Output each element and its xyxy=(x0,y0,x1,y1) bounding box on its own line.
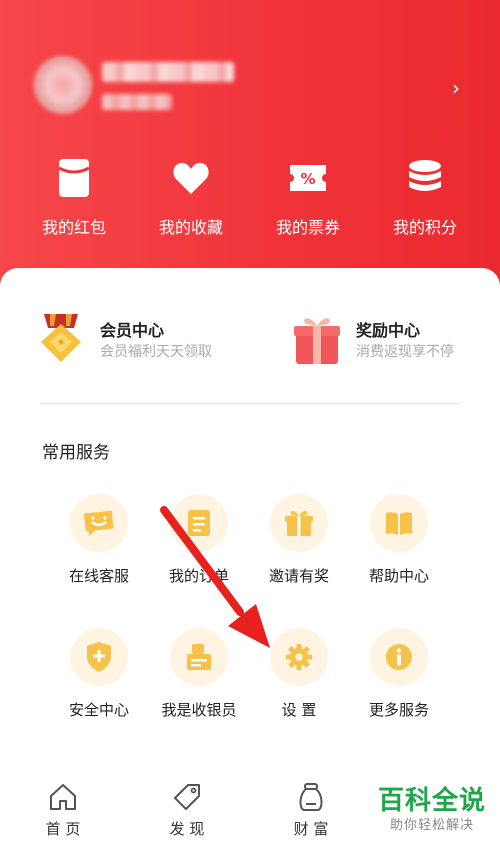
heart-icon xyxy=(169,156,213,200)
info-icon xyxy=(370,628,428,686)
gift-box-icon xyxy=(292,312,342,366)
service-security-center[interactable]: 安全中心 xyxy=(44,628,154,728)
book-icon xyxy=(370,494,428,552)
tag-icon xyxy=(172,782,202,812)
blurred-username xyxy=(102,62,234,82)
service-label: 设 置 xyxy=(281,701,317,719)
service-invite-rewards[interactable]: 邀请有奖 xyxy=(244,494,354,594)
service-online-support[interactable]: 在线客服 xyxy=(44,494,154,594)
cashier-icon xyxy=(170,628,228,686)
promo-title: 会员中心 xyxy=(100,321,165,340)
service-help-center[interactable]: 帮助中心 xyxy=(344,494,454,594)
blurred-account-info xyxy=(102,94,172,110)
service-label: 邀请有奖 xyxy=(268,567,329,585)
service-cashier[interactable]: 我是收银员 xyxy=(144,628,254,728)
promo-title: 奖励中心 xyxy=(356,321,421,340)
service-label: 更多服务 xyxy=(368,701,429,719)
quick-action-coupons[interactable]: % 我的票券 xyxy=(258,156,358,246)
quick-action-label: 我的收藏 xyxy=(158,218,223,237)
watermark-logo: 百科全说 助你轻松解决 xyxy=(372,786,492,842)
nav-label: 财 富 xyxy=(293,820,329,838)
red-packet-icon xyxy=(52,156,96,200)
service-label: 帮助中心 xyxy=(368,567,429,585)
quick-action-label: 我的积分 xyxy=(392,218,457,237)
service-more[interactable]: 更多服务 xyxy=(344,628,454,728)
nav-label: 首 页 xyxy=(45,820,81,838)
nav-label: 发 现 xyxy=(169,820,205,838)
service-my-orders[interactable]: 我的订单 xyxy=(144,494,254,594)
quick-action-points[interactable]: 我的积分 xyxy=(375,156,475,246)
reward-center-entry[interactable]: 奖励中心 消费返现享不停 xyxy=(292,312,500,372)
service-settings[interactable]: 设 置 xyxy=(244,628,354,728)
section-title: 常用服务 xyxy=(42,443,110,463)
service-label: 我是收银员 xyxy=(161,701,237,719)
service-label: 在线客服 xyxy=(68,567,129,585)
avatar[interactable] xyxy=(34,56,92,114)
chevron-right-icon[interactable]: › xyxy=(452,78,466,98)
gear-icon xyxy=(270,628,328,686)
watermark-title: 百科全说 xyxy=(377,786,486,816)
svg-text:%: % xyxy=(300,170,315,188)
service-label: 我的订单 xyxy=(168,567,229,585)
coupon-icon: % xyxy=(286,156,330,200)
promo-subtitle: 消费返现享不停 xyxy=(356,344,454,360)
order-list-icon xyxy=(170,494,228,552)
nav-home[interactable]: 首 页 xyxy=(18,782,108,842)
shield-icon xyxy=(70,628,128,686)
medal-icon xyxy=(36,312,86,366)
nav-wealth[interactable]: 财 富 xyxy=(266,782,356,842)
quick-action-label: 我的红包 xyxy=(41,218,106,237)
coins-icon xyxy=(403,156,447,200)
service-label: 安全中心 xyxy=(68,701,129,719)
promo-subtitle: 会员福利天天领取 xyxy=(100,344,212,360)
nav-discover[interactable]: 发 现 xyxy=(142,782,232,842)
divider xyxy=(40,403,460,404)
home-icon xyxy=(48,782,78,812)
quick-action-red-packet[interactable]: 我的红包 xyxy=(24,156,124,246)
money-bag-icon xyxy=(296,782,326,812)
chat-bubble-icon xyxy=(70,494,128,552)
quick-action-label: 我的票券 xyxy=(275,218,340,237)
member-center-entry[interactable]: 会员中心 会员福利天天领取 xyxy=(36,312,256,372)
quick-action-favorites[interactable]: 我的收藏 xyxy=(141,156,241,246)
gift-icon xyxy=(270,494,328,552)
watermark-subtitle: 助你轻松解决 xyxy=(389,818,474,833)
